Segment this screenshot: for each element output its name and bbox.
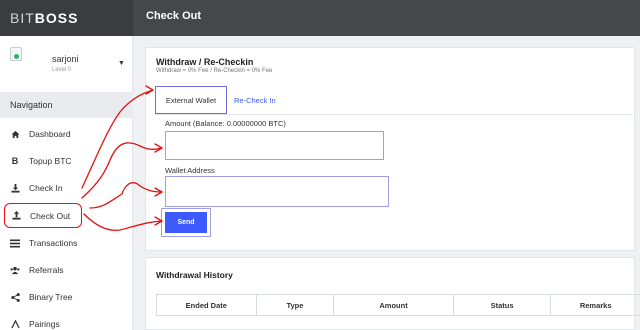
sidebar-item-label: Dashboard [29,129,71,139]
sidebar: sarjoni Level 0 ▼ Navigation Dashboard B… [0,36,133,330]
withdraw-fee-note: Withdraw = 0% Fee / Re-Checkin = 0% Fee [156,68,273,74]
sidebar-item-label: Check Out [30,210,71,221]
caret-down-icon[interactable]: ▼ [118,60,125,67]
app: BIT BOSS Check Out sarjoni Level 0 ▼ Navi… [0,0,640,330]
sidebar-item-label: Pairings [29,319,60,329]
user-panel[interactable]: sarjoni Level 0 ▼ [0,36,133,92]
send-button[interactable]: Send [165,212,207,233]
sidebar-item-label: Check In [29,183,63,193]
sidebar-item-label: Binary Tree [29,292,73,302]
brand-logo[interactable]: BIT BOSS [0,0,133,36]
amount-label: Amount (Balance: 0.00000000 BTC) [165,119,286,128]
user-name: sarjoni [52,54,79,64]
bitcoin-icon: B [11,156,19,166]
home-icon [10,129,20,139]
brand-part2: BOSS [34,10,79,26]
column-header[interactable]: Status [454,295,552,315]
withdraw-card: Withdraw / Re-Checkin Withdraw = 0% Fee … [145,47,635,251]
sidebar-item-check-in[interactable]: Check In [0,176,133,200]
online-status-dot [14,54,19,59]
top-bar: BIT BOSS Check Out [0,0,640,36]
withdrawal-history-card: Withdrawal History Ended Date Type Amoun… [145,257,640,330]
share-icon [10,292,20,302]
sidebar-item-label: Referrals [29,265,64,275]
users-icon [10,265,20,275]
history-table-header: Ended Date Type Amount Status Remarks [156,294,640,316]
sidebar-item-referrals[interactable]: Referrals [0,258,133,282]
tab-re-check-in[interactable]: Re-Check In [234,96,276,105]
wallet-address-input[interactable] [165,176,389,207]
sidebar-item-pairings[interactable]: Pairings [0,312,133,330]
tab-external-wallet[interactable]: External Wallet [155,86,227,114]
pairings-icon [10,319,20,329]
sidebar-item-label: Topup BTC [29,156,72,166]
brand-part1: BIT [10,10,35,26]
sidebar-item-transactions[interactable]: Transactions [0,231,133,255]
amount-input[interactable] [165,131,384,160]
column-header[interactable]: Ended Date [157,295,257,315]
column-header[interactable]: Amount [334,295,454,315]
list-icon [10,238,20,248]
navigation-heading: Navigation [0,92,133,118]
sidebar-item-label: Transactions [29,238,78,248]
sidebar-item-binary-tree[interactable]: Binary Tree [0,285,133,309]
upload-icon [11,211,21,221]
page-title: Check Out [146,10,202,22]
tab-divider [155,114,633,115]
download-icon [10,183,20,193]
column-header[interactable]: Remarks [551,295,640,315]
wallet-address-label: Wallet Address [165,166,215,175]
user-level: Level 0 [52,67,72,73]
withdraw-title: Withdraw / Re-Checkin [156,57,254,67]
sidebar-item-dashboard[interactable]: Dashboard [0,122,133,146]
sidebar-item-topup-btc[interactable]: B Topup BTC [0,149,133,173]
column-header[interactable]: Type [257,295,335,315]
withdrawal-history-title: Withdrawal History [156,270,233,280]
sidebar-item-check-out[interactable]: Check Out [4,203,82,228]
avatar [10,47,22,61]
send-button-highlight: Send [161,208,211,237]
